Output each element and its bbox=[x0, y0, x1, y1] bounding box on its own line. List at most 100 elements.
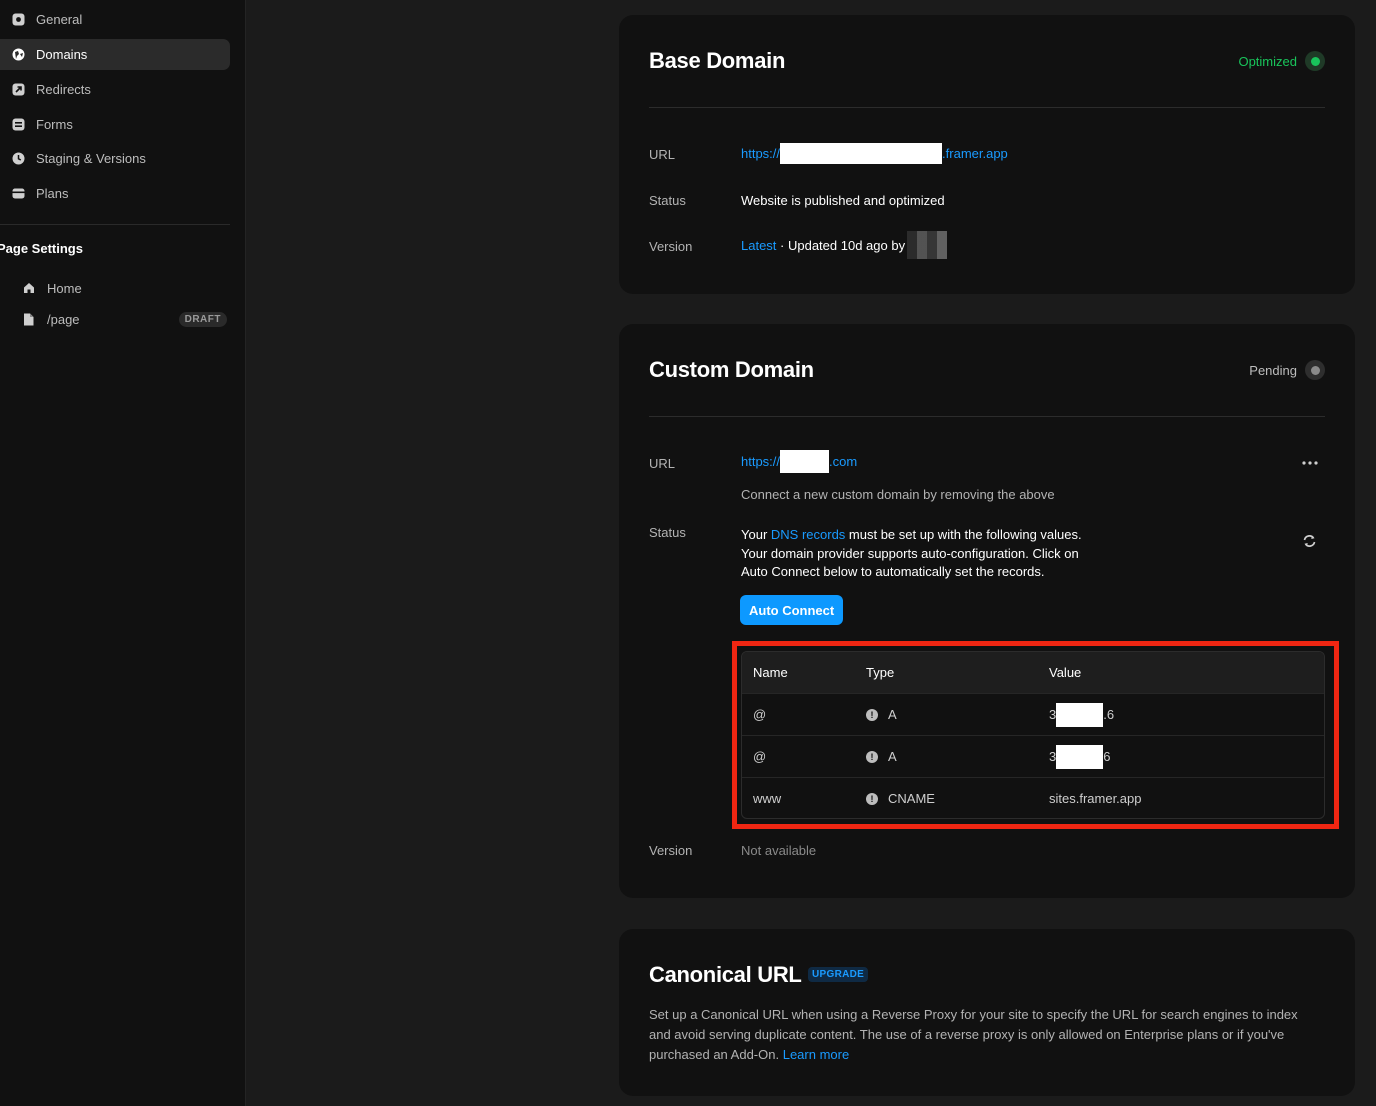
url-label: URL bbox=[649, 456, 676, 471]
sidebar-item-staging-versions[interactable]: Staging & Versions bbox=[0, 143, 230, 174]
status-label: Optimized bbox=[1238, 53, 1297, 69]
redacted-block bbox=[1056, 702, 1104, 727]
sidebar-item-general[interactable]: General bbox=[0, 4, 230, 35]
base-domain-url[interactable]: https:// .framer.app bbox=[741, 143, 1008, 164]
record-value[interactable]: 36 bbox=[1049, 744, 1111, 769]
record-value[interactable]: 3.6 bbox=[1049, 702, 1115, 727]
record-name: @ bbox=[753, 707, 767, 722]
redirect-icon bbox=[12, 83, 25, 96]
draft-badge: DRAFT bbox=[178, 311, 227, 327]
card-divider bbox=[649, 416, 1325, 417]
table-row: @ ! A 36 bbox=[742, 735, 1324, 777]
canonical-description: Set up a Canonical URL when using a Reve… bbox=[649, 1005, 1319, 1065]
sidebar-item-label: Domains bbox=[36, 47, 88, 62]
warning-icon: ! bbox=[866, 708, 878, 721]
warning-icon: ! bbox=[866, 792, 878, 805]
record-name: www bbox=[753, 791, 782, 806]
record-value-prefix: 3 bbox=[1049, 749, 1057, 764]
url-suffix: .framer.app bbox=[942, 145, 1008, 161]
upgrade-badge[interactable]: UPGRADE bbox=[808, 967, 869, 982]
refresh-icon[interactable] bbox=[1299, 531, 1319, 551]
page-item-label: Home bbox=[47, 280, 82, 296]
record-value-suffix: .6 bbox=[1103, 707, 1115, 722]
sidebar-item-label: Plans bbox=[36, 186, 69, 201]
custom-domain-status: Pending bbox=[1249, 360, 1325, 380]
learn-more-link[interactable]: Learn more bbox=[783, 1047, 849, 1062]
form-icon bbox=[12, 118, 25, 131]
page-settings-title: Page Settings bbox=[0, 241, 83, 256]
clock-icon bbox=[12, 152, 25, 165]
table-header: Name Type Value bbox=[742, 652, 1324, 693]
record-value[interactable]: sites.framer.app bbox=[1049, 791, 1142, 806]
column-header-type: Type bbox=[866, 665, 895, 680]
column-header-value: Value bbox=[1049, 665, 1082, 680]
version-label: Version bbox=[649, 843, 693, 858]
status-text: Your bbox=[741, 527, 771, 542]
canonical-url-card: Canonical URL UPGRADE Set up a Canonical… bbox=[619, 929, 1355, 1096]
base-domain-card: Base Domain Optimized URL https:// .frame… bbox=[619, 15, 1355, 294]
sidebar-item-forms[interactable]: Forms bbox=[0, 109, 230, 140]
page-item-label: /page bbox=[47, 311, 80, 327]
base-domain-status: Optimized bbox=[1238, 51, 1325, 71]
table-row: @ ! A 3.6 bbox=[742, 693, 1324, 735]
auto-connect-button[interactable]: Auto Connect bbox=[740, 595, 844, 625]
version-value: Latest · Updated 10d ago by bbox=[741, 231, 948, 259]
card-icon bbox=[12, 187, 25, 200]
canonical-url-title: Canonical URL bbox=[649, 962, 802, 987]
url-prefix: https:// bbox=[741, 453, 781, 469]
file-icon bbox=[22, 313, 35, 326]
dns-records-table: Name Type Value @ ! A 3.6 @ ! A 36 www ! CN… bbox=[741, 651, 1325, 819]
more-options-icon[interactable] bbox=[1299, 454, 1321, 472]
dns-status-text: Your DNS records must be set up with the… bbox=[741, 526, 1082, 582]
url-suffix: .com bbox=[829, 453, 858, 469]
status-text: Auto Connect below to automatically set … bbox=[741, 564, 1045, 579]
record-type-label: A bbox=[888, 707, 897, 722]
sidebar-item-label: Redirects bbox=[36, 82, 91, 97]
globe-icon bbox=[12, 48, 25, 61]
table-row: www ! CNAME sites.framer.app bbox=[742, 777, 1324, 818]
status-row-label: Status bbox=[649, 193, 686, 208]
canonical-description-text: Set up a Canonical URL when using a Reve… bbox=[649, 1007, 1298, 1062]
custom-domain-title: Custom Domain bbox=[649, 357, 814, 382]
status-text: must be set up with the following values… bbox=[845, 527, 1082, 542]
card-divider bbox=[649, 107, 1325, 108]
record-value-prefix: sites.framer.app bbox=[1049, 791, 1142, 806]
record-type-label: CNAME bbox=[888, 791, 935, 806]
base-domain-title: Base Domain bbox=[649, 48, 786, 73]
record-value-suffix: 6 bbox=[1103, 749, 1111, 764]
version-label: Version bbox=[649, 239, 693, 254]
record-type: ! A bbox=[866, 707, 897, 722]
record-name: @ bbox=[753, 749, 767, 764]
sidebar-divider bbox=[0, 224, 230, 225]
sidebar-item-label: Forms bbox=[36, 117, 73, 132]
version-latest-link[interactable]: Latest bbox=[741, 238, 776, 253]
url-label: URL bbox=[649, 147, 676, 162]
sidebar-item-redirects[interactable]: Redirects bbox=[0, 74, 230, 105]
redacted-block bbox=[1056, 744, 1104, 769]
custom-domain-card: Custom Domain Pending URL https:// .com C… bbox=[619, 324, 1355, 898]
redacted-block bbox=[780, 450, 830, 473]
page-item-page[interactable]: /page DRAFT bbox=[22, 306, 227, 332]
status-text: Website is published and optimized bbox=[741, 193, 945, 208]
record-type: ! A bbox=[866, 749, 897, 764]
sidebar: General Domains Redirects Forms Staging … bbox=[0, 0, 246, 1106]
version-updated-text: · Updated 10d ago by bbox=[776, 237, 906, 253]
redacted-block bbox=[780, 143, 943, 164]
sidebar-item-label: General bbox=[36, 12, 83, 27]
sidebar-item-plans[interactable]: Plans bbox=[0, 178, 230, 209]
status-label: Pending bbox=[1249, 362, 1297, 378]
record-type-label: A bbox=[888, 749, 897, 764]
status-text: Your domain provider supports auto-confi… bbox=[741, 545, 1079, 561]
warning-icon: ! bbox=[866, 750, 878, 763]
status-dot-icon bbox=[1305, 51, 1325, 71]
page-item-home[interactable]: Home bbox=[22, 275, 227, 301]
general-icon bbox=[12, 13, 25, 26]
sidebar-item-label: Staging & Versions bbox=[36, 151, 146, 166]
home-icon bbox=[22, 282, 35, 295]
custom-domain-url[interactable]: https:// .com bbox=[741, 450, 858, 473]
avatar bbox=[907, 231, 948, 259]
sidebar-item-domains[interactable]: Domains bbox=[0, 39, 230, 70]
dns-records-link[interactable]: DNS records bbox=[771, 527, 845, 542]
version-text: Not available bbox=[741, 843, 817, 858]
url-prefix: https:// bbox=[741, 145, 781, 161]
